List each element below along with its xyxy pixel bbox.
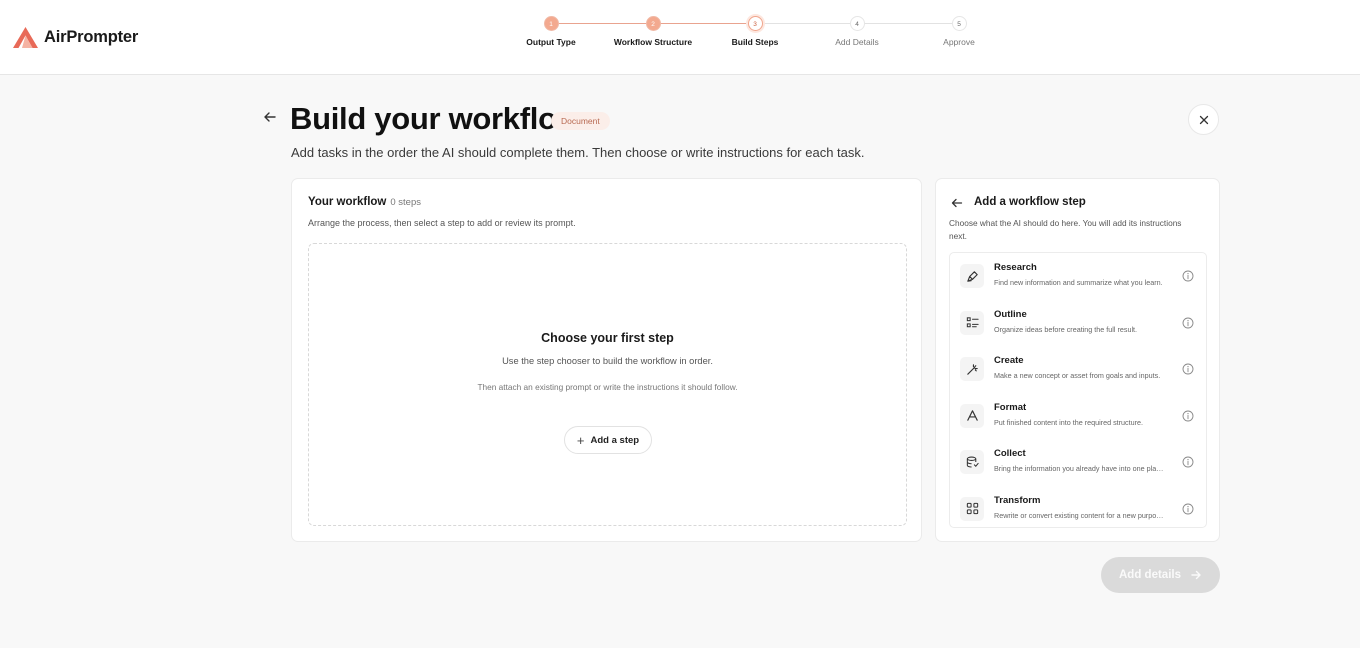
add-details-label: Add details bbox=[1119, 569, 1181, 581]
step-label: Workflow Structure bbox=[613, 37, 693, 47]
top-header: AirPrompter 1 Output Type 2 Workflow Str… bbox=[0, 0, 1360, 75]
step-number: 5 bbox=[951, 16, 967, 31]
info-icon[interactable] bbox=[1182, 363, 1194, 375]
empty-state-hint: Then attach an existing prompt or write … bbox=[477, 382, 738, 392]
task-description: Bring the information you already have i… bbox=[994, 464, 1164, 473]
task-name: Collect bbox=[994, 448, 1026, 459]
workflow-empty-state: Choose your first step Use the step choo… bbox=[308, 243, 907, 526]
stepper-step-output-type[interactable]: 1 Output Type bbox=[500, 15, 602, 47]
format-type-icon bbox=[960, 403, 984, 428]
step-label: Approve bbox=[943, 37, 975, 47]
create-wand-icon bbox=[960, 357, 984, 381]
task-description: Put finished content into the required s… bbox=[994, 417, 1144, 427]
task-option-outline[interactable]: Outline Organize ideas before creating t… bbox=[950, 300, 1206, 347]
info-icon[interactable] bbox=[1182, 456, 1194, 468]
workflow-step-count: 0 steps bbox=[390, 197, 422, 208]
task-option-create[interactable]: Create Make a new concept or asset from … bbox=[950, 346, 1206, 393]
chooser-subtitle: Choose what the AI should do here. You w… bbox=[949, 218, 1182, 241]
task-name: Outline bbox=[994, 308, 1027, 320]
stepper-step-build-steps[interactable]: 3 Build Steps bbox=[704, 15, 806, 47]
arrow-right-icon bbox=[1191, 570, 1201, 580]
close-button[interactable] bbox=[1188, 104, 1219, 135]
task-name: Transform bbox=[994, 494, 1041, 506]
add-step-button[interactable]: + Add a step bbox=[564, 426, 652, 454]
workflow-title-text: Your workflow bbox=[308, 196, 387, 208]
stepper-step-workflow-structure[interactable]: 2 Workflow Structure bbox=[602, 15, 704, 47]
outline-list-icon bbox=[960, 310, 984, 335]
step-number: 3 bbox=[747, 16, 763, 31]
collect-database-icon bbox=[960, 450, 984, 474]
add-details-button[interactable]: Add details bbox=[1101, 557, 1220, 593]
step-number: 2 bbox=[645, 16, 661, 31]
app-name: AirPrompter bbox=[44, 28, 139, 46]
add-step-label: Add a step bbox=[590, 434, 640, 446]
step-label: Build Steps bbox=[731, 37, 779, 47]
stepper-step-approve[interactable]: 5 Approve bbox=[908, 15, 1010, 47]
app-logo[interactable]: AirPrompter bbox=[12, 26, 138, 49]
task-option-transform[interactable]: Transform Rewrite or convert existing co… bbox=[950, 486, 1206, 528]
chooser-back-arrow-icon[interactable] bbox=[950, 196, 964, 210]
step-label: Add Details bbox=[835, 37, 879, 47]
step-chooser-panel: Add a workflow step Choose what the AI s… bbox=[935, 178, 1220, 542]
info-icon[interactable] bbox=[1182, 317, 1194, 329]
task-option-collect[interactable]: Collect Bring the information you alread… bbox=[950, 439, 1206, 486]
research-pen-icon bbox=[960, 264, 984, 288]
workflow-subtitle: Arrange the process, then select a step … bbox=[308, 218, 576, 228]
transform-grid-icon bbox=[960, 496, 984, 521]
task-name: Research bbox=[994, 262, 1037, 273]
info-icon[interactable] bbox=[1182, 503, 1194, 515]
task-description: Organize ideas before creating the full … bbox=[994, 324, 1138, 334]
workflow-panel: Your workflow 0 steps Arrange the process… bbox=[291, 178, 922, 542]
empty-state-text: Use the step chooser to build the workfl… bbox=[502, 356, 713, 366]
info-icon[interactable] bbox=[1182, 410, 1194, 422]
chooser-title: Add a workflow step bbox=[974, 196, 1086, 208]
page-title: Build your workflow bbox=[290, 101, 581, 136]
plus-icon: + bbox=[576, 432, 585, 448]
task-type-list: Research Find new information and summar… bbox=[949, 252, 1207, 528]
progress-stepper: 1 Output Type 2 Workflow Structure 3 Bui… bbox=[500, 15, 1010, 55]
stepper-step-add-details[interactable]: 4 Add Details bbox=[806, 15, 908, 47]
airprompter-logo-icon bbox=[13, 27, 38, 48]
step-number: 1 bbox=[543, 16, 559, 31]
task-name: Format bbox=[994, 401, 1027, 413]
info-icon[interactable] bbox=[1182, 270, 1194, 282]
task-name: Create bbox=[994, 355, 1024, 366]
empty-state-title: Choose your first step bbox=[541, 331, 674, 345]
task-description: Make a new concept or asset from goals a… bbox=[994, 371, 1161, 380]
step-label: Output Type bbox=[526, 37, 576, 47]
page-subtitle: Add tasks in the order the AI should com… bbox=[291, 145, 865, 160]
back-arrow-icon[interactable] bbox=[262, 109, 278, 125]
task-option-research[interactable]: Research Find new information and summar… bbox=[950, 253, 1206, 300]
task-option-format[interactable]: Format Put finished content into the req… bbox=[950, 393, 1206, 440]
output-type-badge: Document bbox=[551, 112, 610, 130]
task-description: Rewrite or convert existing content for … bbox=[994, 510, 1164, 520]
workflow-title: Your workflow 0 steps bbox=[308, 196, 421, 208]
step-number: 4 bbox=[849, 16, 865, 31]
close-icon bbox=[1199, 115, 1208, 124]
task-description: Find new information and summarize what … bbox=[994, 278, 1163, 287]
